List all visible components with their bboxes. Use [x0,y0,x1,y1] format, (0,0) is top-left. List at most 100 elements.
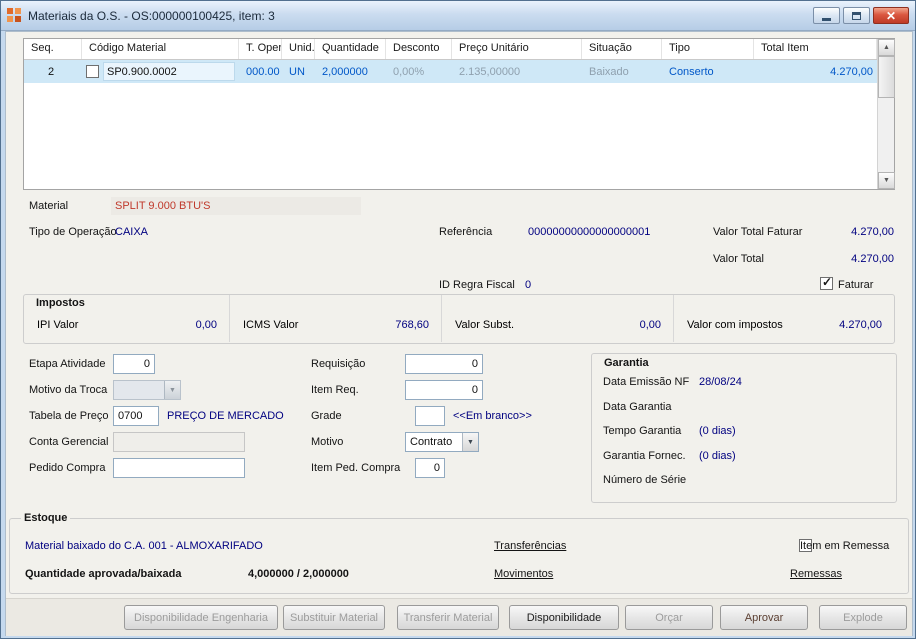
cell-qtd: 2,000000 [322,65,368,78]
transferir-material-button[interactable]: Transferir Material [397,605,499,630]
column-header-seq[interactable]: Seq. [24,39,82,59]
grid-vertical-scrollbar[interactable]: ▲ ▼ [877,39,895,189]
estoque-info: Material baixado do C.A. 001 - ALMOXARIF… [25,540,263,552]
cell-preco: 2.135,00000 [459,65,521,78]
minimize-button[interactable] [813,7,840,24]
transferencias-link[interactable]: Transferências [494,540,566,552]
aprovar-button[interactable]: Aprovar [720,605,808,630]
item-remessa-label: Item em Remessa [800,540,890,552]
scrollbar-thumb[interactable] [878,56,895,98]
disponibilidade-button[interactable]: Disponibilidade [509,605,619,630]
qtd-aprovada-value: 4,000000 / 2,000000 [248,568,349,580]
conta-gerencial-label: Conta Gerencial [29,436,109,448]
referencia-label: Referência [439,226,493,238]
column-header-unid[interactable]: Unid. [282,39,315,59]
numero-serie-label: Número de Série [603,474,687,486]
valor-total-faturar-label: Valor Total Faturar [713,226,803,238]
material-value: SPLIT 9.000 BTU'S [115,200,211,212]
remessas-link[interactable]: Remessas [790,568,842,580]
materiais-os-dialog: Materiais da O.S. - OS:000000100425, ite… [0,0,916,639]
column-header-situacao[interactable]: Situação [582,39,662,59]
etapa-atividade-label: Etapa Atividade [29,358,106,370]
valor-total-value: 4.270,00 [851,253,894,265]
column-header-total[interactable]: Total Item [754,39,877,59]
conta-gerencial-input[interactable] [113,432,245,452]
pedido-compra-input[interactable] [113,458,245,478]
window-title: Materiais da O.S. - OS:000000100425, ite… [28,8,275,23]
column-header-toper[interactable]: T. Oper [239,39,282,59]
row-checkbox[interactable] [86,65,99,78]
column-header-tipo[interactable]: Tipo [662,39,754,59]
referencia-value: 00000000000000000001 [528,226,651,238]
estoque-groupbox [9,518,909,594]
item-req-input[interactable] [405,380,483,400]
column-header-preco[interactable]: Preço Unitário [452,39,582,59]
tabela-preco-input[interactable] [113,406,159,426]
valor-subst-value: 0,00 [639,318,661,331]
requisicao-input[interactable] [405,354,483,374]
item-ped-compra-input[interactable] [415,458,445,478]
motivo-label: Motivo [311,436,344,448]
column-header-qtd[interactable]: Quantidade [315,39,386,59]
tempo-garantia-value: (0 dias) [699,425,736,437]
chevron-down-icon: ▼ [164,381,180,399]
disponibilidade-engenharia-button[interactable]: Disponibilidade Engenharia [124,605,278,630]
data-emissao-label: Data Emissão NF [603,376,690,388]
column-header-desconto[interactable]: Desconto [386,39,452,59]
minimize-icon [822,17,831,21]
cell-unid: UN [289,65,305,78]
scroll-down-button[interactable]: ▼ [878,172,895,189]
faturar-checkbox[interactable]: ✓ [820,275,833,290]
valor-total-faturar-value: 4.270,00 [851,226,894,238]
maximize-icon [852,11,861,20]
maximize-button[interactable] [843,7,870,24]
material-label: Material [29,200,69,212]
title-bar[interactable]: Materiais da O.S. - OS:000000100425, ite… [1,1,915,31]
grade-input[interactable] [415,406,445,426]
close-button[interactable]: ✕ [873,7,909,24]
ipi-label: IPI Valor [37,318,79,331]
scroll-up-button[interactable]: ▲ [878,39,895,56]
grade-hint: <<Em branco>> [453,410,532,422]
close-icon: ✕ [885,8,897,23]
column-header-codigo[interactable]: Código Material [82,39,239,59]
estoque-title: Estoque [21,512,71,524]
impostos-cell-subst: Valor Subst. 0,00 [441,295,673,342]
ipi-value: 0,00 [195,318,217,331]
garantia-title: Garantia [601,357,652,369]
explode-button[interactable]: Explode [819,605,907,630]
cell-toper: 000.00 [246,65,280,78]
valor-com-impostos-value: 4.270,00 [839,318,882,331]
cell-total: 4.270,00 [830,65,873,78]
movimentos-link[interactable]: Movimentos [494,568,553,580]
data-emissao-value: 28/08/24 [699,376,742,388]
icms-value: 768,60 [395,318,429,331]
substituir-material-button[interactable]: Substituir Material [283,605,385,630]
garantia-fornec-value: (0 dias) [699,450,736,462]
id-regra-fiscal-label: ID Regra Fiscal [439,279,515,291]
scroll-down-icon: ▼ [883,177,890,184]
cell-codigo: SP0.900.0002 [82,62,239,81]
chevron-down-icon: ▼ [462,433,478,451]
codigo-material-edit[interactable]: SP0.900.0002 [103,62,235,81]
orcar-button[interactable]: Orçar [625,605,713,630]
cell-situacao: Baixado [589,65,629,78]
data-garantia-label: Data Garantia [603,401,672,413]
motivo-value: Contrato [410,436,453,448]
impostos-cell-ipi: IPI Valor 0,00 [24,295,229,342]
tipo-operacao-label: Tipo de Operação [29,226,117,238]
window-controls: ✕ [813,7,909,24]
qtd-aprovada-label: Quantidade aprovada/baixada [25,568,182,580]
check-icon: ✓ [822,275,833,289]
etapa-atividade-input[interactable] [113,354,155,374]
tabela-preco-label: Tabela de Preço [29,410,109,422]
motivo-troca-label: Motivo da Troca [29,384,108,396]
impostos-cell-icms: ICMS Valor 768,60 [229,295,441,342]
faturar-label: Faturar [838,279,874,291]
item-ped-compra-label: Item Ped. Compra [311,462,401,474]
pedido-compra-label: Pedido Compra [29,462,106,474]
valor-subst-label: Valor Subst. [455,318,515,331]
motivo-combo[interactable]: Contrato ▼ [405,432,479,452]
material-table-row[interactable]: 2 SP0.900.0002 000.00 UN 2,000000 0,00% … [24,60,877,83]
motivo-troca-combo[interactable]: ▼ [113,380,181,400]
